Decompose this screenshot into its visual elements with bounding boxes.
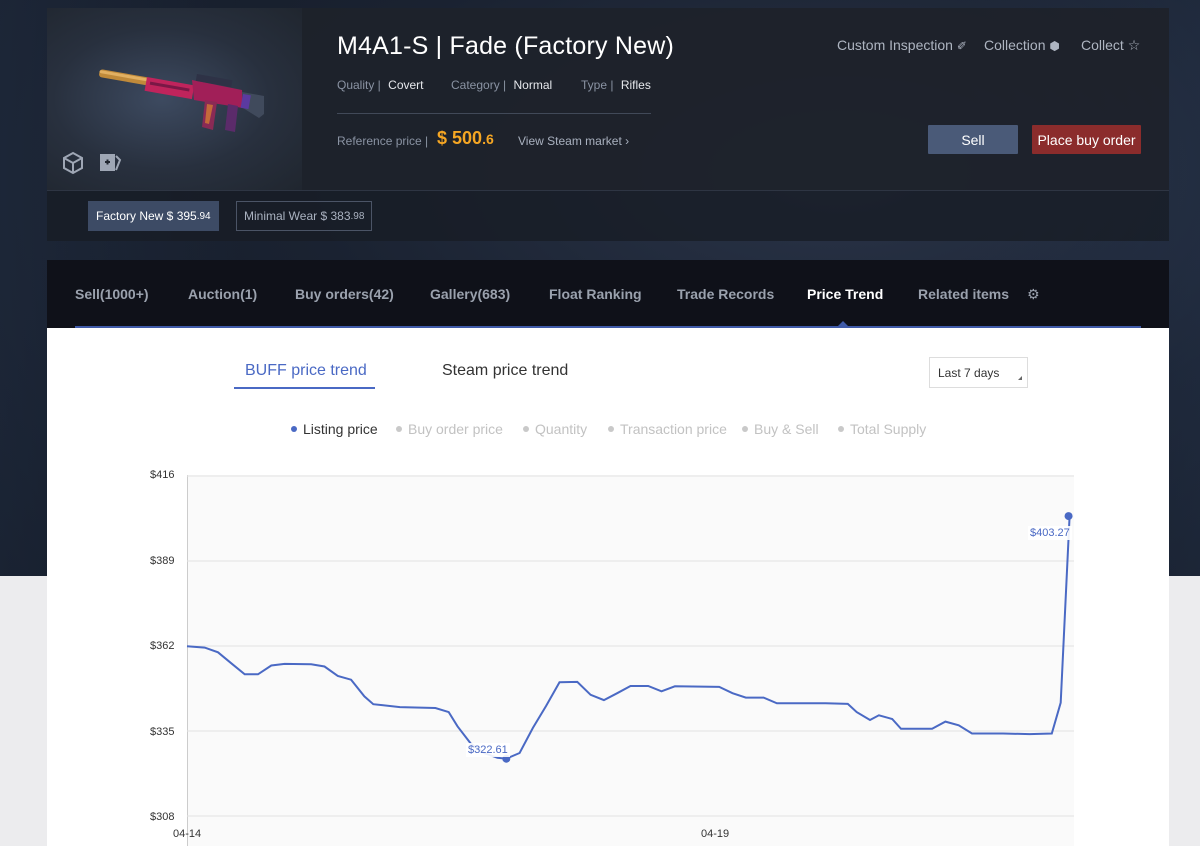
listing-price-line [186,516,1071,760]
price-chart [186,475,1074,817]
min-price-label: $322.61 [466,743,510,757]
last-price-point [1064,512,1073,521]
last-price-label: $403.27 [1028,526,1072,540]
